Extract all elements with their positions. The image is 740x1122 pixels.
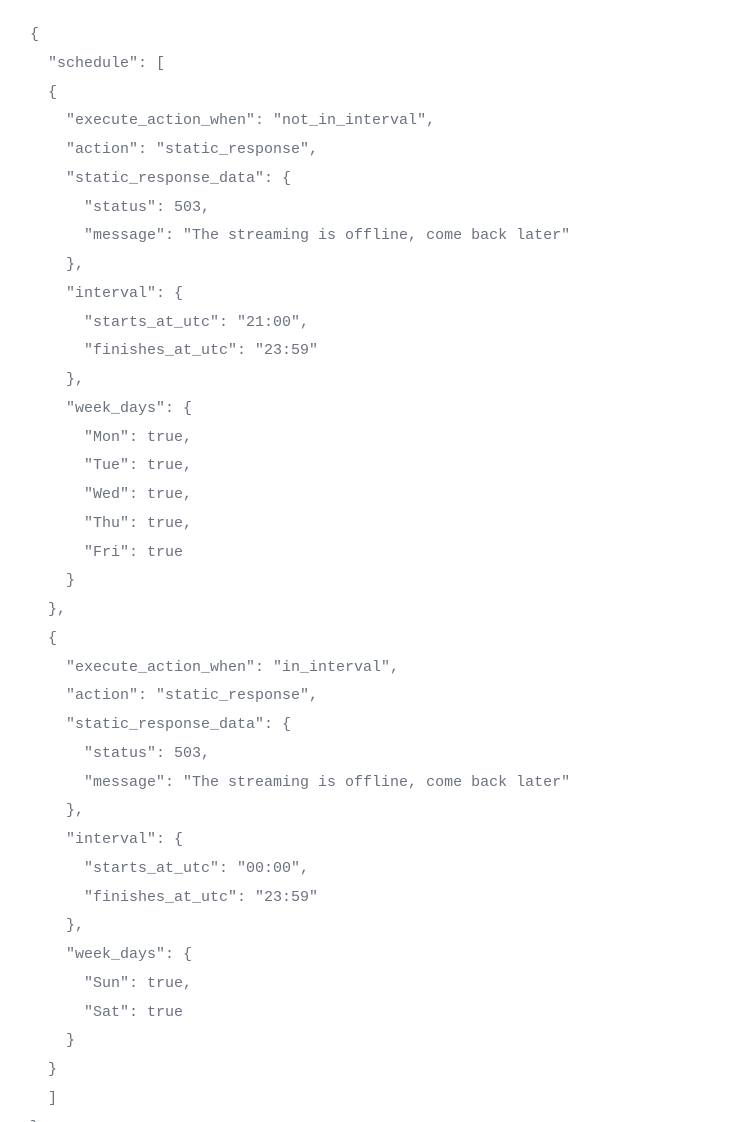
json-code-block: { "schedule": [ { "execute_action_when":… (30, 20, 710, 1122)
json-code-content[interactable]: { "schedule": [ { "execute_action_when":… (30, 26, 570, 1122)
